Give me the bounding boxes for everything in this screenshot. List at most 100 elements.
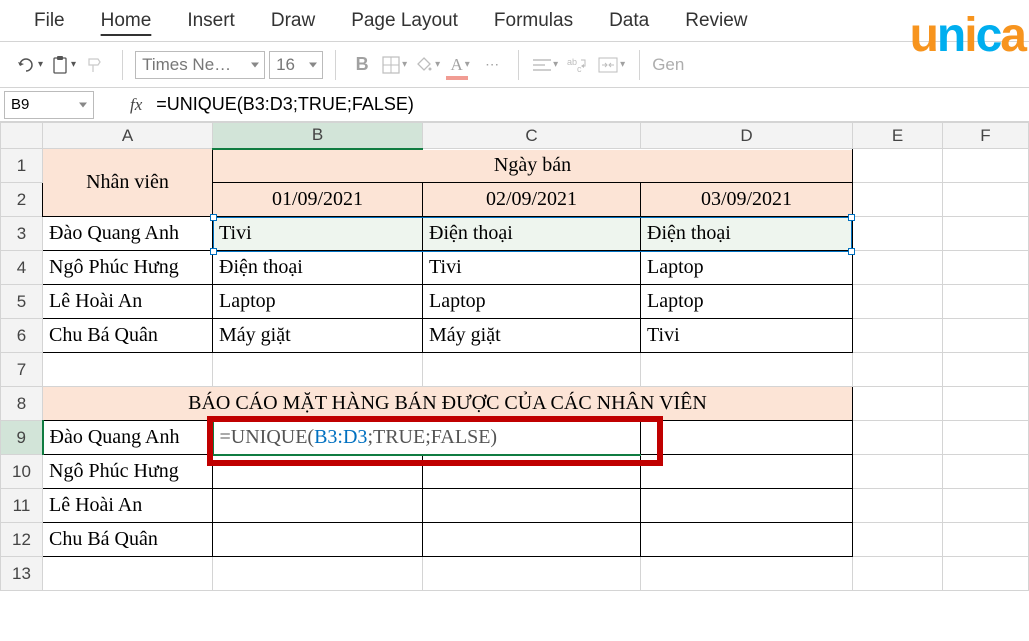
cell-a4[interactable]: Ngô Phúc Hưng bbox=[43, 251, 213, 285]
cell-f2[interactable] bbox=[943, 183, 1029, 217]
cell-d13[interactable] bbox=[641, 557, 853, 591]
cell-e5[interactable] bbox=[853, 285, 943, 319]
tab-home[interactable]: Home bbox=[97, 2, 156, 40]
cell-a13[interactable] bbox=[43, 557, 213, 591]
cell-a5[interactable]: Lê Hoài An bbox=[43, 285, 213, 319]
cell-c10[interactable] bbox=[423, 455, 641, 489]
cell-b1[interactable]: Ngày bán bbox=[213, 149, 853, 183]
formula-input[interactable] bbox=[152, 92, 1029, 117]
align-button[interactable]: ▾ bbox=[531, 50, 560, 80]
more-font-button[interactable]: ⋯ bbox=[478, 50, 506, 80]
cell-f4[interactable] bbox=[943, 251, 1029, 285]
cell-f7[interactable] bbox=[943, 353, 1029, 387]
col-header-b[interactable]: B bbox=[213, 123, 423, 149]
cell-e9[interactable] bbox=[853, 421, 943, 455]
row-header-1[interactable]: 1 bbox=[1, 149, 43, 183]
cell-c13[interactable] bbox=[423, 557, 641, 591]
cell-c4[interactable]: Tivi bbox=[423, 251, 641, 285]
cell-b5[interactable]: Laptop bbox=[213, 285, 423, 319]
cell-a9[interactable]: Đào Quang Anh bbox=[43, 421, 213, 455]
cell-f10[interactable] bbox=[943, 455, 1029, 489]
cell-c12[interactable] bbox=[423, 523, 641, 557]
cell-d6[interactable]: Tivi bbox=[641, 319, 853, 353]
col-header-e[interactable]: E bbox=[853, 123, 943, 149]
cell-f9[interactable] bbox=[943, 421, 1029, 455]
cell-c2[interactable]: 02/09/2021 bbox=[423, 183, 641, 217]
cell-e1[interactable] bbox=[853, 149, 943, 183]
col-header-a[interactable]: A bbox=[43, 123, 213, 149]
row-header-9[interactable]: 9 bbox=[1, 421, 43, 455]
cell-b7[interactable] bbox=[213, 353, 423, 387]
format-painter-button[interactable] bbox=[82, 50, 110, 80]
cell-e13[interactable] bbox=[853, 557, 943, 591]
cell-a6[interactable]: Chu Bá Quân bbox=[43, 319, 213, 353]
row-header-3[interactable]: 3 bbox=[1, 217, 43, 251]
row-header-13[interactable]: 13 bbox=[1, 557, 43, 591]
cell-d10[interactable] bbox=[641, 455, 853, 489]
cell-b11[interactable] bbox=[213, 489, 423, 523]
cell-a3[interactable]: Đào Quang Anh bbox=[43, 217, 213, 251]
name-box[interactable]: B9 bbox=[4, 91, 94, 119]
cell-e11[interactable] bbox=[853, 489, 943, 523]
font-name-select[interactable] bbox=[135, 51, 265, 79]
cell-d9[interactable] bbox=[641, 421, 853, 455]
fill-color-button[interactable]: ▾ bbox=[413, 50, 442, 80]
row-header-7[interactable]: 7 bbox=[1, 353, 43, 387]
cell-f13[interactable] bbox=[943, 557, 1029, 591]
cell-e6[interactable] bbox=[853, 319, 943, 353]
cell-c11[interactable] bbox=[423, 489, 641, 523]
row-header-6[interactable]: 6 bbox=[1, 319, 43, 353]
cell-d11[interactable] bbox=[641, 489, 853, 523]
merge-button[interactable]: ▾ bbox=[596, 50, 627, 80]
cell-f1[interactable] bbox=[943, 149, 1029, 183]
col-header-f[interactable]: F bbox=[943, 123, 1029, 149]
cell-b2[interactable]: 01/09/2021 bbox=[213, 183, 423, 217]
cell-c5[interactable]: Laptop bbox=[423, 285, 641, 319]
cell-a12[interactable]: Chu Bá Quân bbox=[43, 523, 213, 557]
cell-b9-editing[interactable]: =UNIQUE(B3:D3;TRUE;FALSE) bbox=[213, 421, 641, 455]
cell-a11[interactable]: Lê Hoài An bbox=[43, 489, 213, 523]
cell-a8[interactable]: BÁO CÁO MẶT HÀNG BÁN ĐƯỢC CỦA CÁC NHÂN V… bbox=[43, 387, 853, 421]
cell-d12[interactable] bbox=[641, 523, 853, 557]
cell-a7[interactable] bbox=[43, 353, 213, 387]
cell-f8[interactable] bbox=[943, 387, 1029, 421]
cell-e7[interactable] bbox=[853, 353, 943, 387]
row-header-11[interactable]: 11 bbox=[1, 489, 43, 523]
wrap-text-button[interactable]: abc bbox=[564, 50, 592, 80]
font-size-select[interactable] bbox=[269, 51, 323, 79]
cell-e12[interactable] bbox=[853, 523, 943, 557]
undo-button[interactable]: ▾ bbox=[14, 50, 45, 80]
cell-a10[interactable]: Ngô Phúc Hưng bbox=[43, 455, 213, 489]
cell-e8[interactable] bbox=[853, 387, 943, 421]
font-color-button[interactable]: A ▾ bbox=[446, 50, 474, 80]
bold-button[interactable]: B bbox=[348, 50, 376, 80]
tab-data[interactable]: Data bbox=[605, 2, 653, 40]
number-format-select[interactable]: Gen bbox=[652, 55, 684, 75]
cell-c6[interactable]: Máy giặt bbox=[423, 319, 641, 353]
cell-b13[interactable] bbox=[213, 557, 423, 591]
tab-review[interactable]: Review bbox=[681, 2, 751, 40]
tab-file[interactable]: File bbox=[30, 2, 69, 40]
cell-b6[interactable]: Máy giặt bbox=[213, 319, 423, 353]
cell-c7[interactable] bbox=[423, 353, 641, 387]
cell-f5[interactable] bbox=[943, 285, 1029, 319]
row-header-12[interactable]: 12 bbox=[1, 523, 43, 557]
row-header-4[interactable]: 4 bbox=[1, 251, 43, 285]
cell-d4[interactable]: Laptop bbox=[641, 251, 853, 285]
cell-f3[interactable] bbox=[943, 217, 1029, 251]
cell-b3[interactable]: Tivi bbox=[213, 217, 423, 251]
tab-formulas[interactable]: Formulas bbox=[490, 2, 577, 40]
tab-insert[interactable]: Insert bbox=[183, 2, 239, 40]
tab-page-layout[interactable]: Page Layout bbox=[347, 2, 462, 40]
row-header-2[interactable]: 2 bbox=[1, 183, 43, 217]
paste-button[interactable]: ▾ bbox=[49, 50, 78, 80]
select-all-corner[interactable] bbox=[1, 123, 43, 149]
cell-d2[interactable]: 03/09/2021 bbox=[641, 183, 853, 217]
cell-c3[interactable]: Điện thoại bbox=[423, 217, 641, 251]
cell-b4[interactable]: Điện thoại bbox=[213, 251, 423, 285]
cell-f11[interactable] bbox=[943, 489, 1029, 523]
cell-e2[interactable] bbox=[853, 183, 943, 217]
col-header-d[interactable]: D bbox=[641, 123, 853, 149]
fx-icon[interactable]: fx bbox=[130, 95, 142, 115]
cell-d3[interactable]: Điện thoại bbox=[641, 217, 853, 251]
